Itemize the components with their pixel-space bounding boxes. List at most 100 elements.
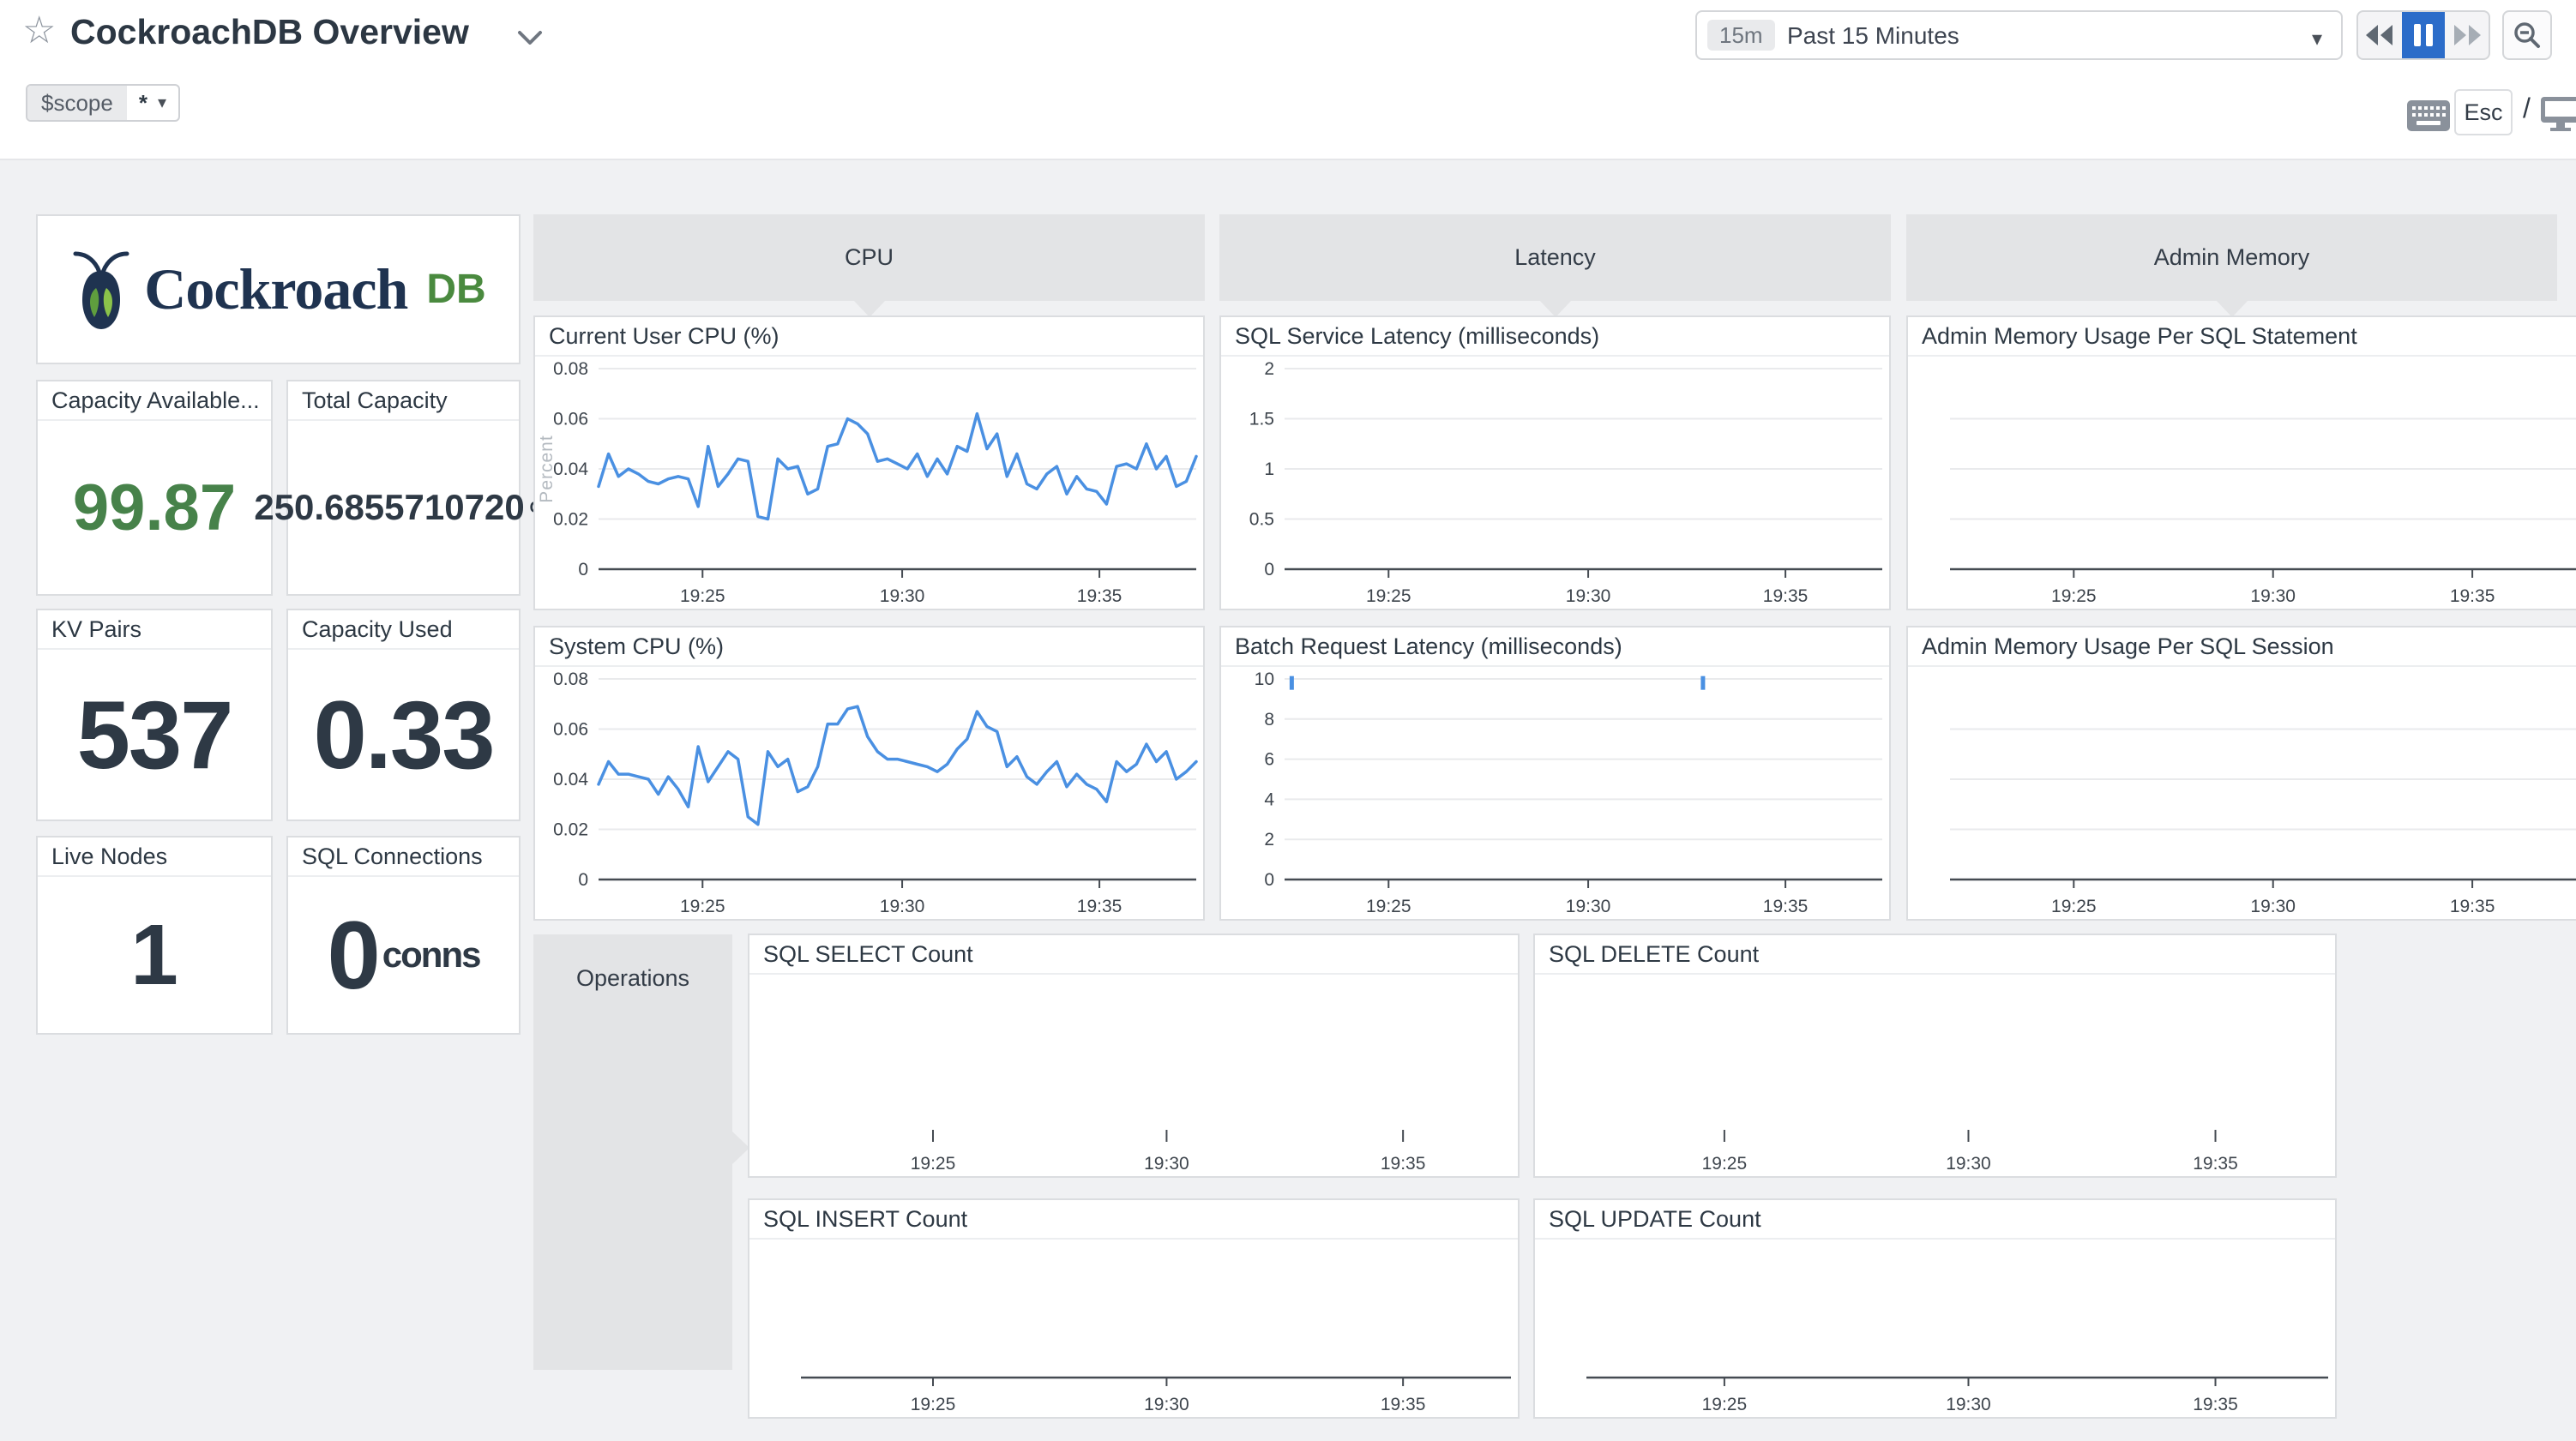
chart-title: Batch Request Latency (milliseconds) [1221, 627, 1889, 667]
brand-text: Cockroach [144, 255, 407, 323]
cockroachdb-logo-panel: Cockroach DB [36, 214, 521, 364]
svg-text:19:35: 19:35 [2193, 1395, 2238, 1414]
svg-text:19:35: 19:35 [1077, 586, 1122, 606]
svg-text:19:25: 19:25 [2051, 586, 2097, 606]
stat-title: Total Capacity [288, 381, 519, 421]
pause-button[interactable] [2402, 12, 2446, 58]
svg-text:19:30: 19:30 [1144, 1154, 1189, 1174]
svg-text:0: 0 [578, 560, 588, 579]
svg-text:19:25: 19:25 [1366, 897, 1411, 916]
zoom-out-button[interactable] [2502, 10, 2552, 60]
svg-text:Percent: Percent [537, 435, 557, 502]
svg-text:19:30: 19:30 [1144, 1395, 1189, 1414]
time-range-caret-icon: ▾ [2312, 27, 2322, 51]
chart-sql-select-count[interactable]: 19:25 19:30 19:35 [749, 975, 1518, 1176]
chart-title: System CPU (%) [535, 627, 1203, 667]
svg-text:19:25: 19:25 [1702, 1395, 1748, 1414]
svg-text:1: 1 [1264, 459, 1274, 479]
stat-value: 1 [130, 906, 178, 1005]
svg-text:19:25: 19:25 [680, 897, 725, 916]
chart-panel-sql-update-count: SQL UPDATE Count 19:2519:3019:35 [1533, 1198, 2337, 1419]
svg-text:19:25: 19:25 [911, 1154, 956, 1174]
stat-value: 0 [328, 900, 379, 1011]
cockroach-bug-icon [70, 247, 132, 333]
chart-title: SQL SELECT Count [749, 935, 1518, 975]
chart-title: SQL Service Latency (milliseconds) [1221, 317, 1889, 357]
stat-value: 99.87 [73, 471, 236, 545]
keyboard-shortcuts-icon[interactable] [2406, 99, 2451, 136]
svg-text:19:35: 19:35 [1763, 586, 1809, 606]
scope-value-text: * [139, 86, 147, 120]
section-title: Admin Memory [2154, 244, 2310, 271]
svg-text:19:30: 19:30 [880, 897, 925, 916]
chart-sql-service-latency[interactable]: 0 0.5 1 1.5 2 19:25 19:30 19:35 [1221, 357, 1889, 609]
svg-text:19:30: 19:30 [880, 586, 925, 606]
chart-title: Current User CPU (%) [535, 317, 1203, 357]
chart-panel-admin-memory-session: Admin Memory Usage Per SQL Session 19:25… [1906, 626, 2576, 921]
svg-text:0: 0 [1264, 870, 1274, 890]
chart-sql-update-count[interactable]: 19:25 19:30 19:35 [1535, 1240, 2335, 1417]
svg-text:19:30: 19:30 [2250, 586, 2296, 606]
chart-title: SQL DELETE Count [1535, 935, 2335, 975]
time-range-selector[interactable]: 15m Past 15 Minutes ▾ [1695, 10, 2343, 60]
chart-batch-request-latency[interactable]: 024681019:2519:3019:35 [1221, 667, 1889, 919]
svg-text:19:25: 19:25 [1366, 586, 1411, 606]
svg-text:19:35: 19:35 [1381, 1154, 1426, 1174]
fullscreen-monitor-icon[interactable] [2540, 96, 2576, 136]
svg-text:19:30: 19:30 [1946, 1395, 1991, 1414]
svg-text:10: 10 [1255, 669, 1274, 689]
svg-text:1.5: 1.5 [1249, 410, 1274, 429]
section-header-operations: Operations [533, 934, 732, 1370]
chart-sql-delete-count[interactable]: 19:2519:3019:35 [1535, 975, 2335, 1176]
svg-text:0.06: 0.06 [553, 720, 588, 740]
chart-admin-memory-session[interactable]: 19:2519:3019:35 [1908, 667, 2576, 919]
stat-title: Live Nodes [38, 838, 271, 877]
svg-text:19:35: 19:35 [1763, 897, 1809, 916]
chart-panel-sql-select-count: SQL SELECT Count 19:25 19:30 19:35 [748, 934, 1520, 1178]
scope-variable-name: $scope [27, 86, 127, 120]
chart-panel-sql-insert-count: SQL INSERT Count 19:2519:3019:35 [748, 1198, 1520, 1419]
svg-text:0: 0 [1264, 560, 1274, 579]
title-chevron-down-icon[interactable] [515, 27, 545, 48]
playback-controls [2356, 10, 2490, 60]
fast-forward-button[interactable] [2445, 12, 2489, 58]
chart-panel-batch-request-latency: Batch Request Latency (milliseconds) 024… [1219, 626, 1891, 921]
svg-text:0.5: 0.5 [1249, 510, 1274, 530]
svg-text:19:30: 19:30 [1566, 586, 1611, 606]
chart-title: Admin Memory Usage Per SQL Session [1908, 627, 2576, 667]
scope-caret-icon: ▾ [158, 86, 166, 120]
chart-panel-sql-delete-count: SQL DELETE Count 19:2519:3019:35 [1533, 934, 2337, 1178]
brand-suffix-text: DB [426, 266, 485, 313]
svg-text:4: 4 [1264, 790, 1274, 809]
chart-panel-sql-service-latency: SQL Service Latency (milliseconds) 0 0.5 1… [1219, 315, 1891, 610]
svg-text:2: 2 [1264, 359, 1274, 379]
chart-panel-system-cpu: System CPU (%) 00.020.040.060.0819:2519:… [533, 626, 1205, 921]
rewind-button[interactable] [2358, 12, 2402, 58]
svg-text:19:25: 19:25 [911, 1395, 956, 1414]
stat-panel-capacity-available: Capacity Available... 99.87 [36, 380, 273, 596]
stat-panel-live-nodes: Live Nodes 1 [36, 836, 273, 1035]
esc-key-button[interactable]: Esc [2454, 89, 2513, 135]
chart-panel-admin-memory-statement: Admin Memory Usage Per SQL Statement 19:… [1906, 315, 2576, 610]
svg-text:0.02: 0.02 [553, 510, 588, 530]
stat-unit: conns [382, 934, 480, 976]
svg-text:19:35: 19:35 [2450, 586, 2495, 606]
chart-current-user-cpu[interactable]: 00.020.040.060.0819:2519:3019:35Percent [535, 357, 1203, 609]
chart-system-cpu[interactable]: 00.020.040.060.0819:2519:3019:35 [535, 667, 1203, 919]
stat-panel-total-capacity: Total Capacity 250.6855710720GB [286, 380, 521, 596]
svg-text:19:25: 19:25 [2051, 897, 2097, 916]
dashboard-title: CockroachDB Overview [70, 12, 469, 52]
svg-text:19:35: 19:35 [1381, 1395, 1426, 1414]
svg-text:0.02: 0.02 [553, 820, 588, 840]
svg-text:8: 8 [1264, 710, 1274, 730]
stat-panel-capacity-used: Capacity Used 0.33 [286, 609, 521, 821]
chart-sql-insert-count[interactable]: 19:25 19:30 19:35 [749, 1240, 1518, 1417]
scope-template-variable[interactable]: $scope * ▾ [26, 84, 180, 122]
scope-variable-value: * ▾ [127, 86, 178, 120]
svg-text:19:30: 19:30 [2250, 897, 2296, 916]
chart-admin-memory-statement[interactable]: 19:25 19:30 19:35 [1908, 357, 2576, 609]
svg-text:19:30: 19:30 [1946, 1154, 1991, 1174]
slash-separator: / [2523, 93, 2531, 124]
favorite-star-icon[interactable]: ☆ [22, 12, 56, 50]
svg-text:0: 0 [578, 870, 588, 890]
